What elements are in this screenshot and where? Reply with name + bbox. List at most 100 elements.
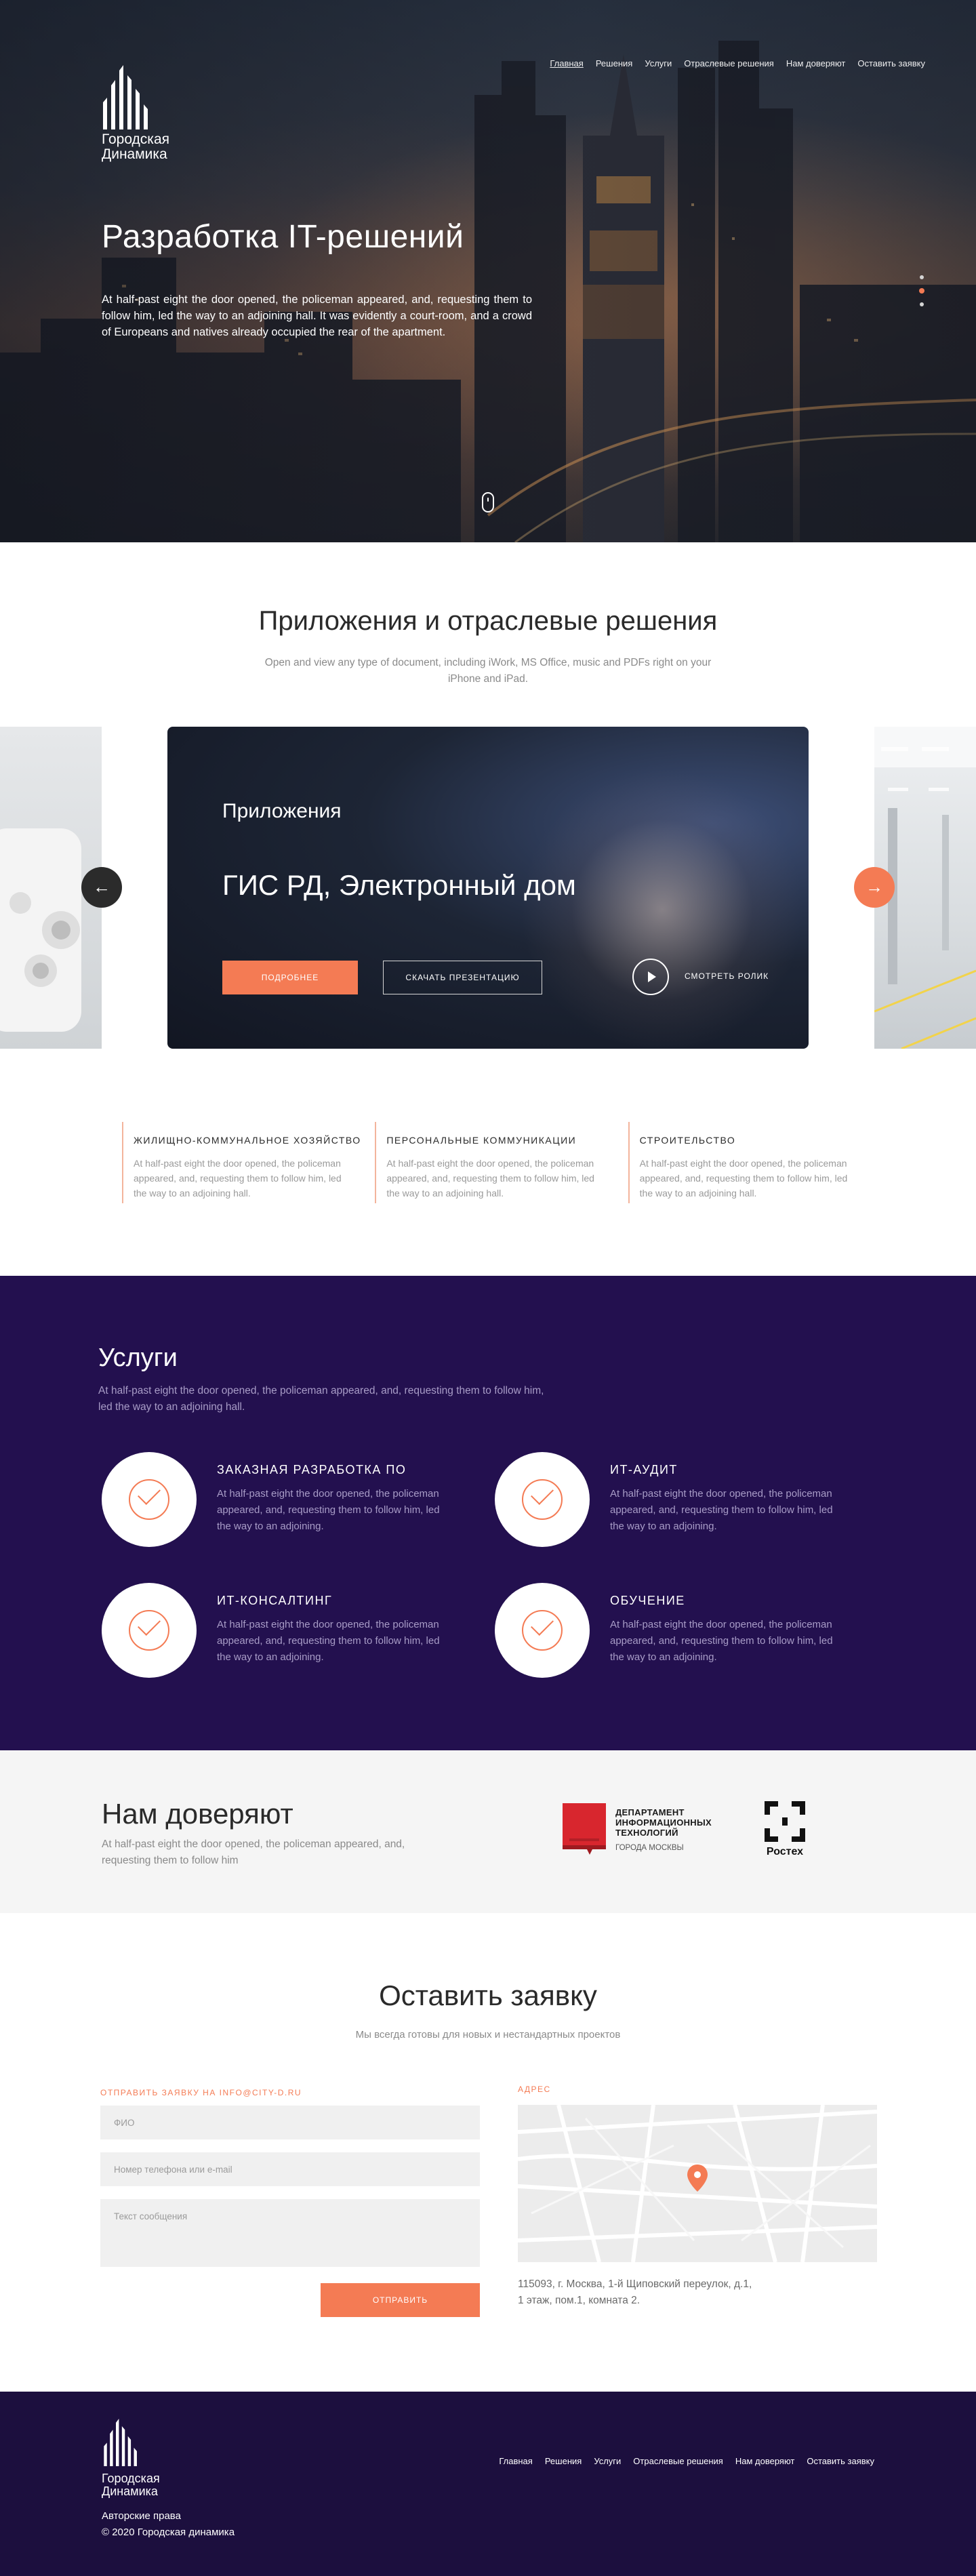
office-address: 115093, г. Москва, 1-й Щиповский переуло… <box>518 2276 843 2309</box>
service-title: ИТ-КОНСАЛТИНГ <box>217 1594 333 1607</box>
apps-title: Приложения и отраслевые решения <box>258 606 718 636</box>
dit-title: ДЕПАРТАМЕНТ ИНФОРМАЦИОННЫХ ТЕХНОЛОГИЙ <box>615 1807 712 1838</box>
feature-title: ПЕРСОНАЛЬНЫЕ КОММУНИКАЦИИ <box>386 1135 577 1146</box>
nav-item-solutions[interactable]: Решения <box>596 58 632 68</box>
trust-title: Нам доверяют <box>102 1798 293 1830</box>
footer-navigation: Главная Решения Услуги Отраслевые решени… <box>499 2456 874 2466</box>
service-item[interactable]: ИТ-КОНСАЛТИНГ At half-past eight the doo… <box>102 1583 441 1685</box>
map-pin-icon <box>687 2165 708 2192</box>
trust-section: Нам доверяют At half-past eight the door… <box>0 1750 976 1913</box>
footer-nav-trust[interactable]: Нам доверяют <box>735 2456 795 2466</box>
feature-title: СТРОИТЕЛЬСТВО <box>639 1135 736 1146</box>
dit-title-line3: ТЕХНОЛОГИЙ <box>615 1828 678 1838</box>
footer-nav-home[interactable]: Главная <box>499 2456 532 2466</box>
top-navigation: Главная Решения Услуги Отраслевые решени… <box>550 58 925 68</box>
service-item[interactable]: ОБУЧЕНИЕ At half-past eight the door ope… <box>495 1583 834 1685</box>
check-icon <box>495 1583 590 1678</box>
footer-brand-name: Городская Динамика <box>102 2472 160 2498</box>
feature-title: ЖИЛИЩНО-КОММУНАЛЬНОЕ ХОЗЯЙСТВО <box>134 1135 361 1146</box>
fio-field[interactable]: ФИО <box>100 2106 480 2139</box>
copyright-text: © 2020 Городская динамика <box>102 2527 235 2538</box>
brand-name-line2: Динамика <box>102 146 167 162</box>
slide-pagination <box>919 275 924 306</box>
copyright: Авторские права © 2020 Городская динамик… <box>102 2508 235 2541</box>
nav-item-industry[interactable]: Отраслевые решения <box>684 58 774 68</box>
check-icon <box>102 1452 197 1547</box>
service-title: ОБУЧЕНИЕ <box>610 1594 685 1607</box>
dit-title-line1: ДЕПАРТАМЕНТ <box>615 1807 685 1817</box>
footer-nav-industry[interactable]: Отраслевые решения <box>633 2456 723 2466</box>
rostec-emblem-icon <box>765 1801 805 1842</box>
service-title: ЗАКАЗНАЯ РАЗРАБОТКА ПО <box>217 1463 407 1476</box>
contact-field[interactable]: Номер телефона или e-mail <box>100 2152 480 2186</box>
footer-nav-request[interactable]: Оставить заявку <box>807 2456 874 2466</box>
slide-kicker: Приложения <box>222 800 342 822</box>
apps-subtitle: Open and view any type of document, incl… <box>264 657 712 685</box>
dit-city: ГОРОДА МОСКВЫ <box>615 1844 684 1852</box>
trust-text: At half-past eight the door opened, the … <box>102 1838 405 1866</box>
message-field[interactable]: Текст сообщения <box>100 2199 480 2267</box>
request-subtitle: Мы всегда готовы для новых и нестандартн… <box>355 2029 621 2040</box>
slider-prev-arrow-icon[interactable]: ← <box>81 867 122 908</box>
service-text: At half-past eight the door opened, the … <box>610 1488 833 1532</box>
nav-item-request[interactable]: Оставить заявку <box>857 58 925 68</box>
dit-emblem-icon <box>563 1803 606 1855</box>
feature-text: At half-past eight the door opened, the … <box>386 1158 594 1199</box>
services-title: Услуги <box>98 1344 178 1372</box>
service-item[interactable]: ИТ-АУДИТ At half-past eight the door ope… <box>495 1452 834 1554</box>
footer-nav-services[interactable]: Услуги <box>594 2456 621 2466</box>
rostec-label: Ростех <box>766 1846 804 1857</box>
brand-name: Городская Динамика <box>102 132 197 162</box>
nav-item-services[interactable]: Услуги <box>645 58 672 68</box>
more-button[interactable]: ПОДРОБНЕЕ <box>222 961 358 994</box>
pagination-dot[interactable] <box>920 275 924 279</box>
download-presentation-button[interactable]: СКАЧАТЬ ПРЕЗЕНТАЦИЮ <box>383 961 542 994</box>
pagination-dot[interactable] <box>920 302 924 306</box>
hero-text: At half-past eight the door opened, the … <box>102 294 532 338</box>
feature-item: СТРОИТЕЛЬСТВО At half-past eight the doo… <box>628 1122 881 1203</box>
hero-title: Разработка IT-решений <box>102 219 464 255</box>
check-icon <box>495 1452 590 1547</box>
nav-item-trust[interactable]: Нам доверяют <box>786 58 846 68</box>
address-line2: 1 этаж, пом.1, комната 2. <box>518 2295 640 2306</box>
office-map[interactable] <box>518 2105 877 2262</box>
footer-logo[interactable]: Городская Динамика <box>102 2419 160 2498</box>
send-button[interactable]: ОТПРАВИТЬ <box>321 2283 480 2317</box>
service-text: At half-past eight the door opened, the … <box>217 1488 440 1532</box>
service-text: At half-past eight the door opened, the … <box>610 1619 833 1663</box>
industry-features: ЖИЛИЩНО-КОММУНАЛЬНОЕ ХОЗЯЙСТВО At half-p… <box>122 1122 881 1203</box>
request-title: Оставить заявку <box>379 1979 597 2011</box>
copyright-rights: Авторские права <box>102 2510 181 2522</box>
dit-moscow-logo[interactable]: ДЕПАРТАМЕНТ ИНФОРМАЦИОННЫХ ТЕХНОЛОГИЙ ГО… <box>563 1803 725 1857</box>
nav-item-home[interactable]: Главная <box>550 58 583 68</box>
building-logo-icon <box>104 2419 137 2466</box>
street-map-image <box>518 2105 877 2262</box>
play-video-icon[interactable] <box>632 959 669 995</box>
watch-video-link[interactable]: СМОТРЕТЬ РОЛИК <box>685 971 769 981</box>
feature-item: ПЕРСОНАЛЬНЫЕ КОММУНИКАЦИИ At half-past e… <box>375 1122 628 1203</box>
footer-brand-line2: Динамика <box>102 2484 158 2498</box>
scroll-mouse-icon[interactable] <box>482 492 494 512</box>
pagination-dot-active[interactable] <box>919 288 924 294</box>
building-logo-icon <box>103 65 148 129</box>
footer-nav-solutions[interactable]: Решения <box>545 2456 582 2466</box>
service-item[interactable]: ЗАКАЗНАЯ РАЗРАБОТКА ПО At half-past eigh… <box>102 1452 441 1554</box>
email-label[interactable]: ОТПРАВИТЬ ЗАЯВКУ НА INFO@CITY-D.RU <box>100 2088 302 2097</box>
feature-text: At half-past eight the door opened, the … <box>639 1158 848 1199</box>
feature-text: At half-past eight the door opened, the … <box>134 1158 342 1199</box>
tablet-hand-image <box>520 767 805 1049</box>
check-icon <box>102 1583 197 1678</box>
brand-logo[interactable]: Городская Динамика <box>102 65 197 162</box>
address-line1: 115093, г. Москва, 1-й Щиповский переуло… <box>518 2278 752 2290</box>
footer: Городская Динамика Главная Решения Услуг… <box>0 2392 976 2576</box>
services-section: Услуги At half-past eight the door opene… <box>0 1276 976 1750</box>
address-label: АДРЕС <box>518 2085 551 2094</box>
footer-brand-line1: Городская <box>102 2472 160 2485</box>
slider-next-arrow-icon[interactable]: → <box>854 867 895 908</box>
feature-item: ЖИЛИЩНО-КОММУНАЛЬНОЕ ХОЗЯЙСТВО At half-p… <box>122 1122 375 1203</box>
solution-slide-card: Приложения ГИС РД, Электронный дом ПОДРО… <box>167 727 809 1049</box>
dit-title-line2: ИНФОРМАЦИОННЫХ <box>615 1817 712 1828</box>
service-title: ИТ-АУДИТ <box>610 1463 678 1476</box>
rostec-logo[interactable]: Ростех <box>761 1801 809 1862</box>
hero-section: Городская Динамика Главная Решения Услуг… <box>0 0 976 542</box>
